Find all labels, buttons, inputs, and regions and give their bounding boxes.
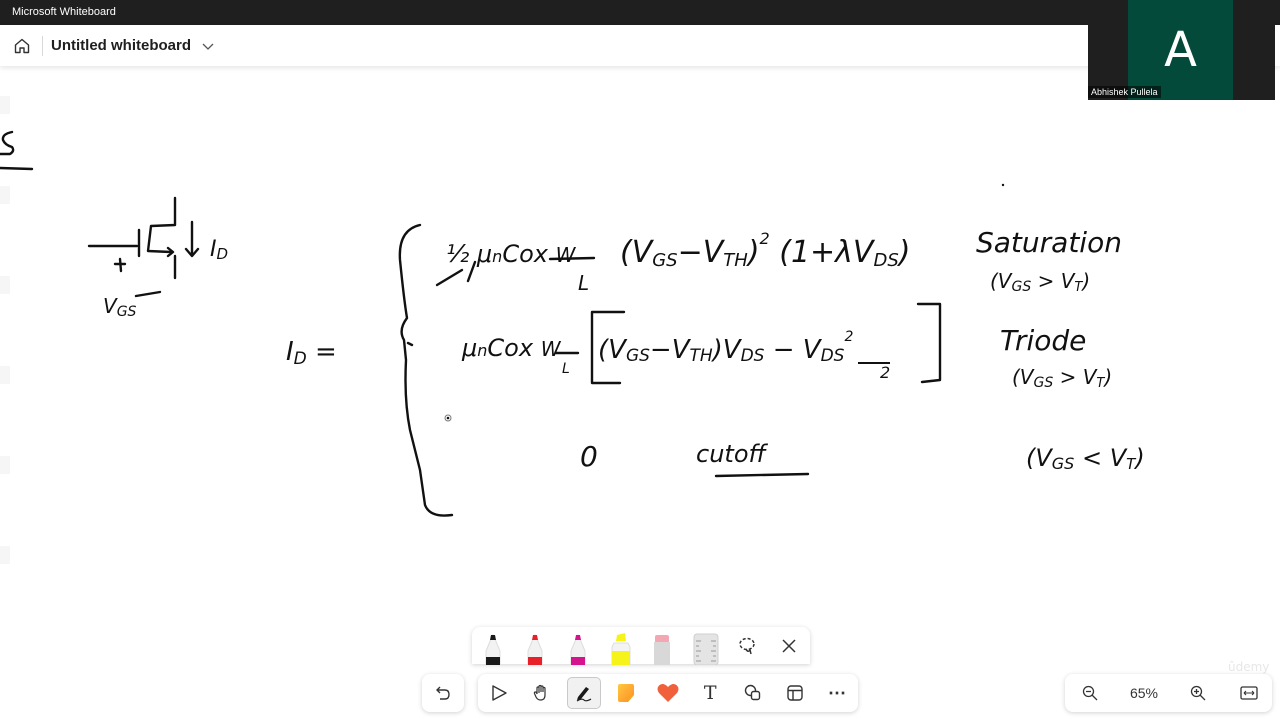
reactions-tool[interactable] xyxy=(651,677,685,709)
zoom-in-button[interactable] xyxy=(1187,682,1209,704)
participant-name: Abhishek Pullela xyxy=(1088,86,1161,98)
close-tray-button[interactable] xyxy=(778,630,800,662)
main-toolbar: T ⋯ xyxy=(478,674,858,712)
more-button[interactable]: ⋯ xyxy=(820,677,854,709)
hand-icon xyxy=(534,684,546,701)
shapes-icon xyxy=(744,684,760,701)
pan-tool[interactable] xyxy=(524,677,558,709)
zoom-in-icon xyxy=(1190,685,1206,701)
canvas-artifact xyxy=(0,186,10,204)
board-title[interactable]: Untitled whiteboard xyxy=(51,37,191,54)
lasso-icon xyxy=(738,637,755,654)
zoom-out-icon xyxy=(1082,685,1098,701)
zoom-out-button[interactable] xyxy=(1079,682,1101,704)
pen-inking-icon xyxy=(576,687,591,702)
sticky-note-tool[interactable] xyxy=(609,677,643,709)
undo-icon xyxy=(436,686,450,700)
canvas-artifact xyxy=(0,456,10,474)
chevron-down-icon xyxy=(202,43,214,50)
pen-tray xyxy=(472,627,810,665)
ruler[interactable] xyxy=(693,633,719,665)
window-title: Microsoft Whiteboard xyxy=(12,6,116,18)
close-icon xyxy=(782,638,796,653)
participant-initial: A xyxy=(1164,22,1197,78)
home-button[interactable] xyxy=(11,35,33,57)
heart-icon xyxy=(657,684,679,702)
red-pen[interactable] xyxy=(524,633,546,665)
canvas-artifact xyxy=(0,546,10,564)
black-pen[interactable] xyxy=(482,633,504,665)
inking-tool[interactable] xyxy=(566,677,601,709)
more-icon: ⋯ xyxy=(828,682,846,703)
header-divider xyxy=(42,35,43,56)
select-tool[interactable] xyxy=(482,677,516,709)
participant-video-tile[interactable]: A Abhishek Pullela xyxy=(1088,0,1275,100)
undo-button[interactable] xyxy=(422,674,464,712)
magenta-pen[interactable] xyxy=(567,633,589,665)
canvas-artifact xyxy=(0,276,10,294)
template-icon xyxy=(787,685,803,701)
fit-width-icon xyxy=(1240,686,1258,700)
fit-to-screen-button[interactable] xyxy=(1238,682,1260,704)
title-dropdown-button[interactable] xyxy=(201,39,215,53)
templates-tool[interactable] xyxy=(778,677,812,709)
home-icon xyxy=(14,38,30,53)
zoom-level: 65% xyxy=(1129,685,1159,701)
whiteboard-canvas[interactable] xyxy=(0,66,1280,720)
pointer-icon xyxy=(492,685,507,701)
shapes-tool[interactable] xyxy=(736,677,770,709)
canvas-artifact xyxy=(0,96,10,114)
udemy-watermark: ûdemy xyxy=(1228,660,1270,674)
lasso-button[interactable] xyxy=(736,630,758,662)
text-tool[interactable]: T xyxy=(693,677,727,709)
zoom-controls: 65% xyxy=(1065,674,1272,712)
participant-avatar: A xyxy=(1128,0,1233,100)
yellow-highlighter[interactable] xyxy=(609,632,631,665)
canvas-artifact xyxy=(0,366,10,384)
text-icon: T xyxy=(703,682,717,704)
eraser[interactable] xyxy=(651,633,673,665)
sticky-note-icon xyxy=(617,684,634,702)
